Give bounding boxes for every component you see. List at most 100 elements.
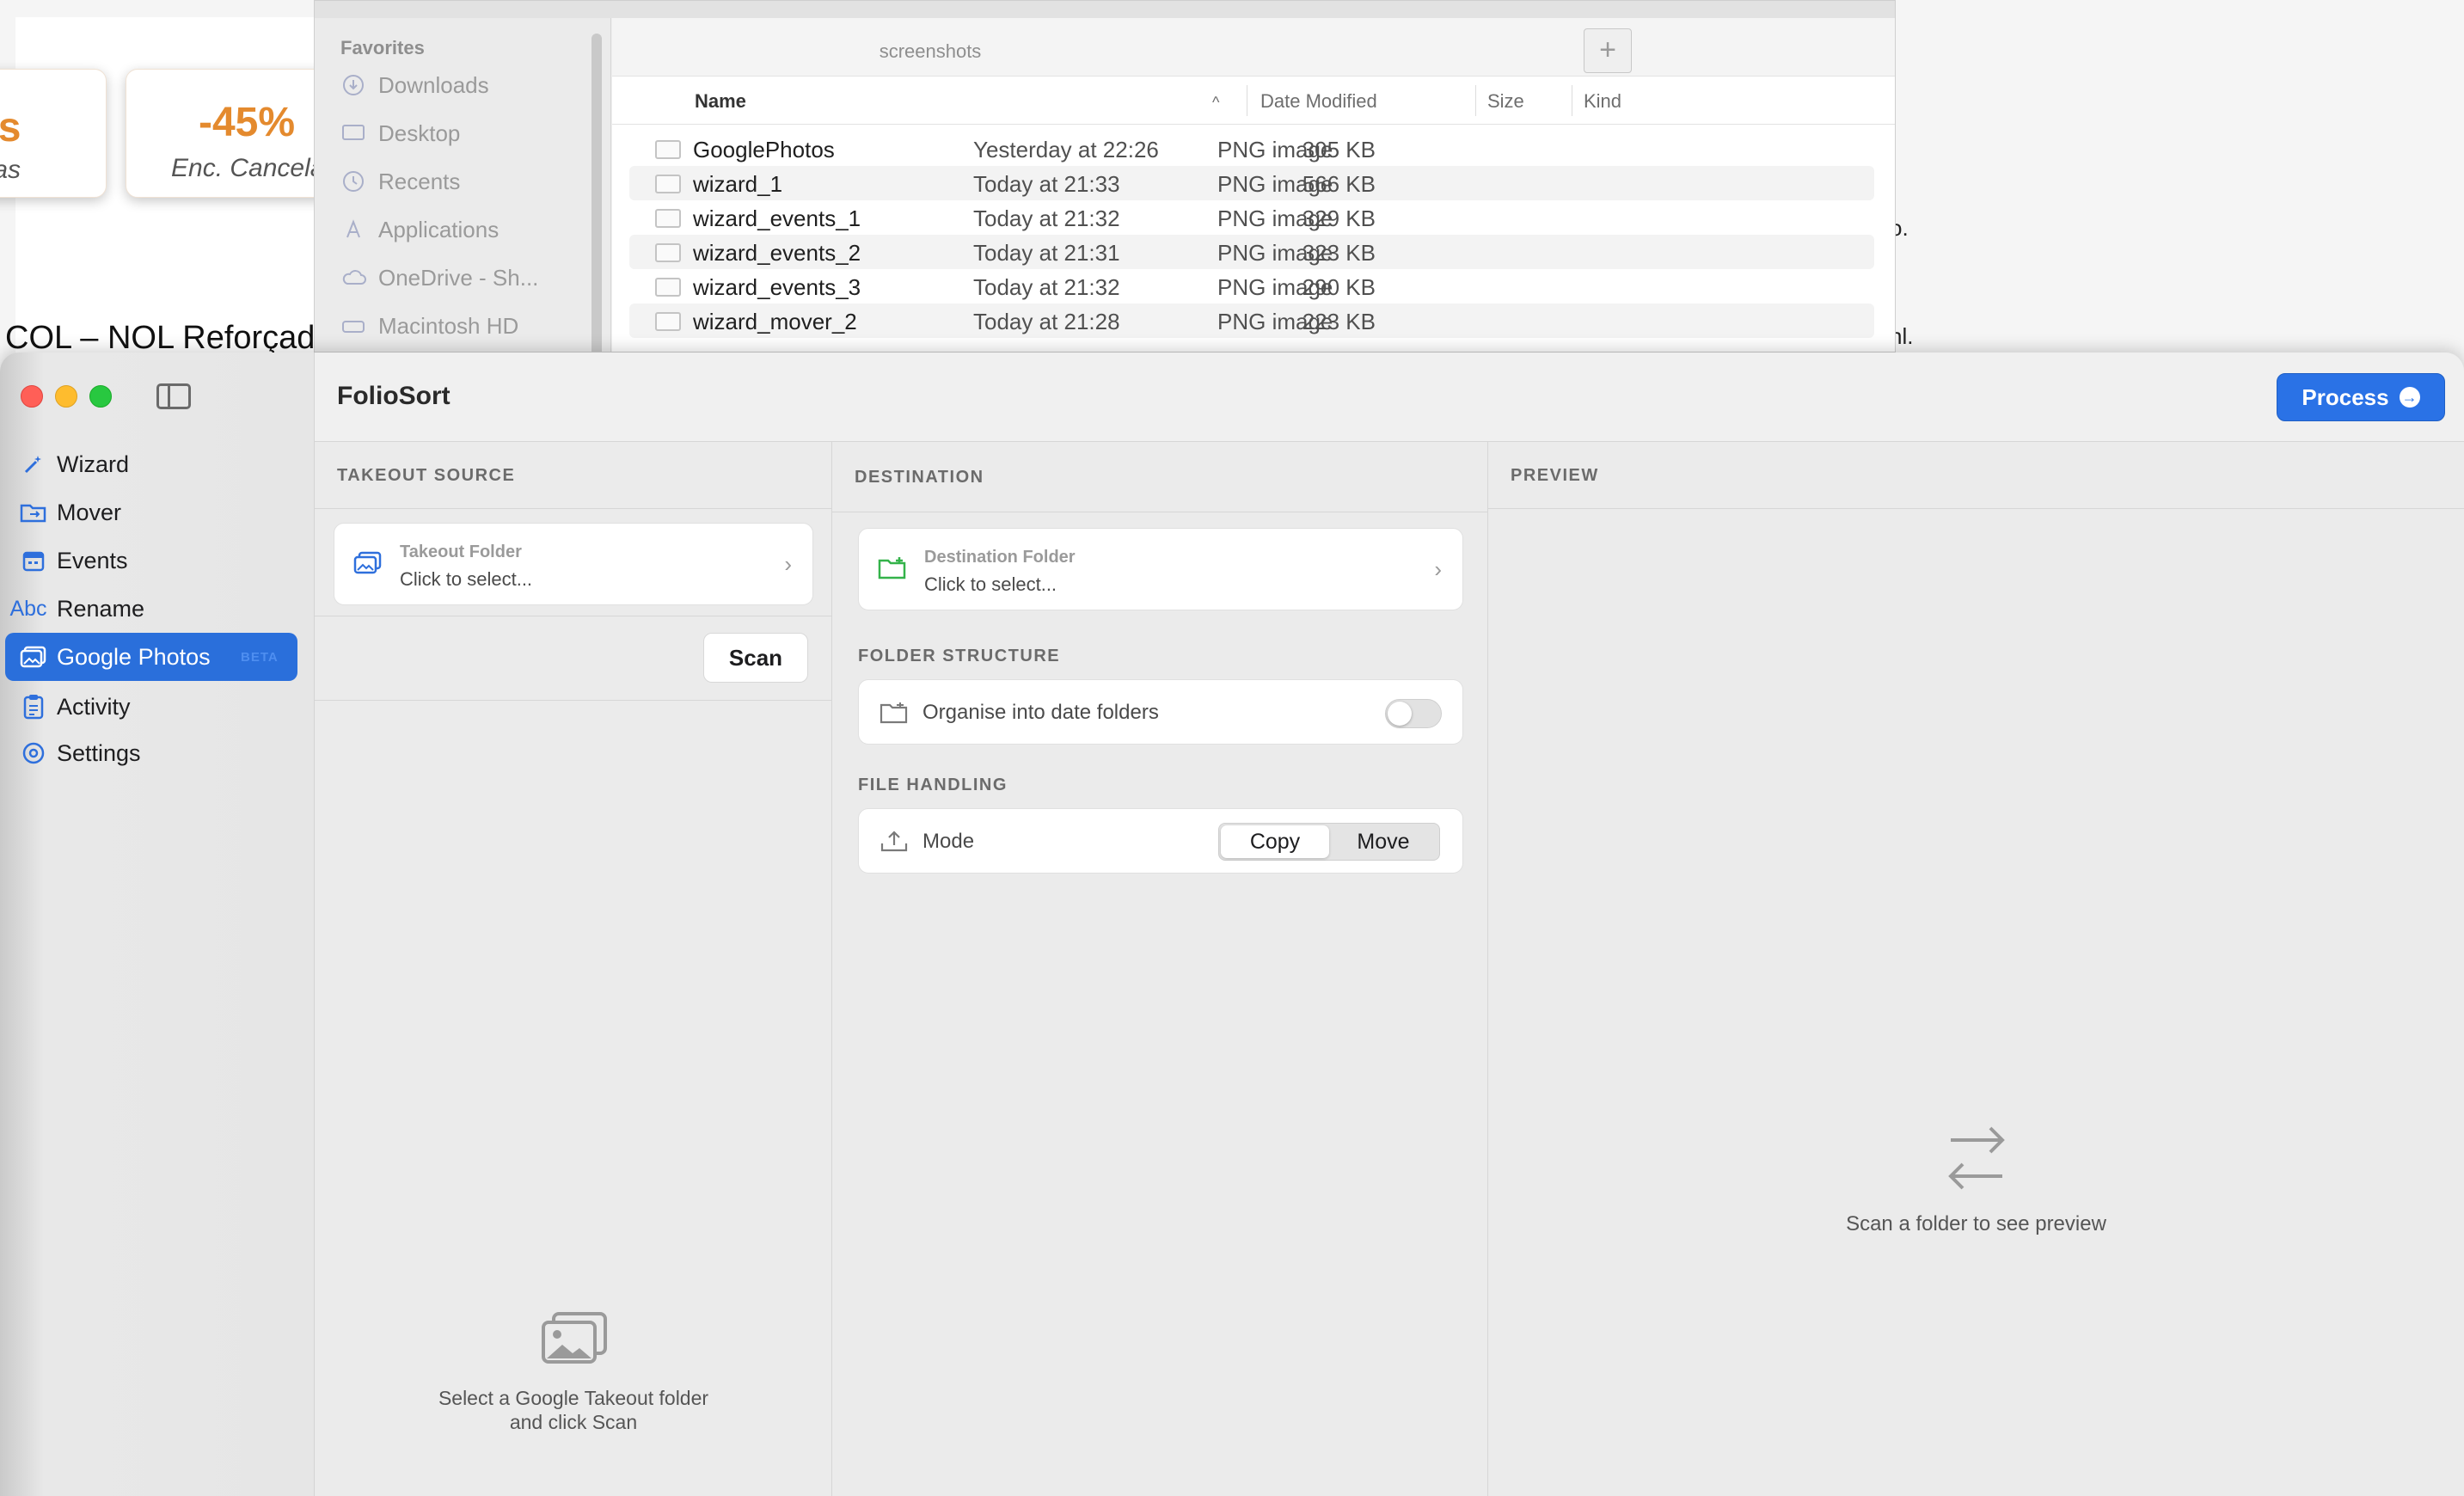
sidebar-item-recents[interactable]: Recents [340, 164, 460, 199]
chevron-right-icon: › [1434, 556, 1442, 582]
section-label: FOLDER STRUCTURE [858, 647, 1061, 665]
file-name: wizard_events_2 [693, 240, 861, 266]
sidebar-item-onedrive[interactable]: OneDrive - Sh... [340, 261, 538, 295]
column-header-name[interactable]: Name [695, 90, 746, 113]
panel-header-label: DESTINATION [855, 468, 984, 487]
sidebar-item-label: Recents [378, 168, 461, 194]
preview-panel: PREVIEW Scan a folder to see preview [1488, 442, 2464, 1496]
takeout-folder-picker[interactable]: Takeout Folder Click to select... › [334, 523, 813, 605]
photos-icon [353, 551, 382, 574]
foliosort-window: Wizard Mover Events Abc Rename Google Ph… [0, 353, 2464, 1496]
abc-icon: Abc [9, 596, 47, 621]
panel-header: DESTINATION [832, 442, 1487, 512]
file-date: Today at 21:32 [973, 205, 1120, 231]
column-header-size[interactable]: Size [1487, 90, 1524, 113]
photos-icon [542, 1312, 607, 1364]
file-kind: PNG image [1217, 240, 1333, 266]
arrow-right-circle-icon: → [2399, 387, 2420, 408]
sidebar-item-applications[interactable]: Applications [340, 212, 499, 247]
sidebar-item-activity[interactable]: Activity [5, 683, 297, 731]
sidebar-item-google-photos[interactable]: Google Photos BETA [5, 633, 297, 681]
tray-upload-icon [880, 831, 908, 852]
sidebar-item-label: Wizard [57, 451, 130, 477]
picker-title: Takeout Folder [400, 543, 522, 561]
file-date: Today at 21:28 [973, 309, 1120, 334]
app-toolbar: FolioSort Process → [315, 353, 2464, 442]
sidebar-item-mover[interactable]: Mover [5, 488, 297, 536]
desktop-icon [340, 123, 366, 144]
mode-move-option[interactable]: Move [1329, 825, 1437, 858]
kpi-card-left: ês adas [0, 69, 107, 198]
minimize-window-button[interactable] [55, 385, 77, 408]
picker-title: Destination Folder [924, 548, 1076, 567]
finder-titlebar [315, 1, 1895, 18]
file-kind: PNG image [1217, 137, 1333, 162]
sidebar-item-label: Activity [57, 693, 131, 720]
swap-arrows-icon [1948, 1126, 2005, 1190]
wand-icon [19, 450, 48, 479]
sidebar-item-label: Rename [57, 595, 145, 622]
sidebar-scrollbar[interactable] [591, 34, 602, 352]
beta-badge: BETA [241, 649, 279, 665]
applications-icon [340, 219, 366, 240]
chevron-right-icon: › [784, 551, 792, 577]
sidebar-item-label: Mover [57, 499, 122, 525]
destination-panel: DESTINATION Destination Folder Click to … [832, 442, 1488, 1496]
folder-calendar-icon [880, 702, 908, 724]
png-file-icon [655, 140, 681, 159]
sidebar-item-desktop[interactable]: Desktop [340, 116, 460, 150]
sidebar-item-wizard[interactable]: Wizard [5, 440, 297, 488]
empty-state-line: and click Scan [509, 1411, 638, 1433]
clipboard-icon [19, 692, 48, 721]
panel-header: PREVIEW [1488, 442, 2464, 509]
photos-icon [19, 642, 48, 671]
favorites-header: Favorites [340, 37, 425, 58]
file-row[interactable]: wizard_events_1 Today at 21:32 329 KB PN… [629, 200, 1874, 235]
png-file-icon [655, 243, 681, 262]
file-row[interactable]: wizard_events_3 Today at 21:32 290 KB PN… [629, 269, 1874, 303]
kpi-label: adas [0, 156, 21, 184]
disk-icon [340, 316, 366, 336]
destination-folder-picker[interactable]: Destination Folder Click to select... › [858, 528, 1463, 610]
sidebar-item-rename[interactable]: Abc Rename [5, 585, 297, 633]
process-button-label: Process [2302, 383, 2389, 410]
file-kind: PNG image [1217, 171, 1333, 197]
process-button[interactable]: Process → [2277, 373, 2445, 421]
file-date: Today at 21:32 [973, 274, 1120, 300]
add-tab-button[interactable]: + [1584, 28, 1632, 73]
file-kind: PNG image [1217, 205, 1333, 231]
file-row[interactable]: wizard_mover_2 Today at 21:28 223 KB PNG… [629, 303, 1874, 338]
sidebar-item-downloads[interactable]: Downloads [340, 68, 489, 102]
file-row[interactable]: wizard_events_2 Today at 21:31 323 KB PN… [629, 235, 1874, 269]
sidebar-toggle-icon[interactable] [156, 383, 191, 409]
divider [315, 700, 831, 701]
sidebar-item-label: Desktop [378, 120, 461, 146]
sidebar-item-events[interactable]: Events [5, 536, 297, 585]
organise-label: Organise into date folders [922, 701, 1159, 724]
panel-header: TAKEOUT SOURCE [315, 442, 831, 509]
organise-date-folders-toggle[interactable] [1385, 699, 1442, 728]
file-name: wizard_mover_2 [693, 309, 857, 334]
sidebar-item-label: Google Photos [57, 643, 211, 670]
file-name: wizard_events_3 [693, 274, 861, 300]
column-divider [1475, 85, 1476, 116]
close-window-button[interactable] [21, 385, 43, 408]
picker-value: Click to select... [400, 568, 533, 590]
empty-state-text: Select a Google Takeout folder and click… [349, 1386, 798, 1434]
column-header-kind[interactable]: Kind [1584, 90, 1621, 113]
sidebar-item-label: Events [57, 547, 128, 573]
file-row[interactable]: wizard_1 Today at 21:33 566 KB PNG image [629, 166, 1874, 200]
zoom-window-button[interactable] [89, 385, 112, 408]
folder-title: screenshots [879, 40, 982, 62]
sidebar-item-label: OneDrive - Sh... [378, 264, 539, 291]
file-row[interactable]: GooglePhotos Yesterday at 22:26 305 KB P… [629, 132, 1874, 166]
sidebar-item-settings[interactable]: Settings [5, 729, 297, 777]
mode-copy-option[interactable]: Copy [1221, 825, 1329, 858]
scan-button[interactable]: Scan [703, 633, 808, 683]
png-file-icon [655, 209, 681, 228]
mode-label: Mode [922, 830, 975, 853]
section-label: FILE HANDLING [858, 776, 1008, 794]
column-header-date[interactable]: Date Modified [1260, 90, 1377, 113]
sidebar-item-macintosh-hd[interactable]: Macintosh HD [340, 309, 518, 343]
mode-segmented-control: Copy Move [1218, 823, 1440, 861]
